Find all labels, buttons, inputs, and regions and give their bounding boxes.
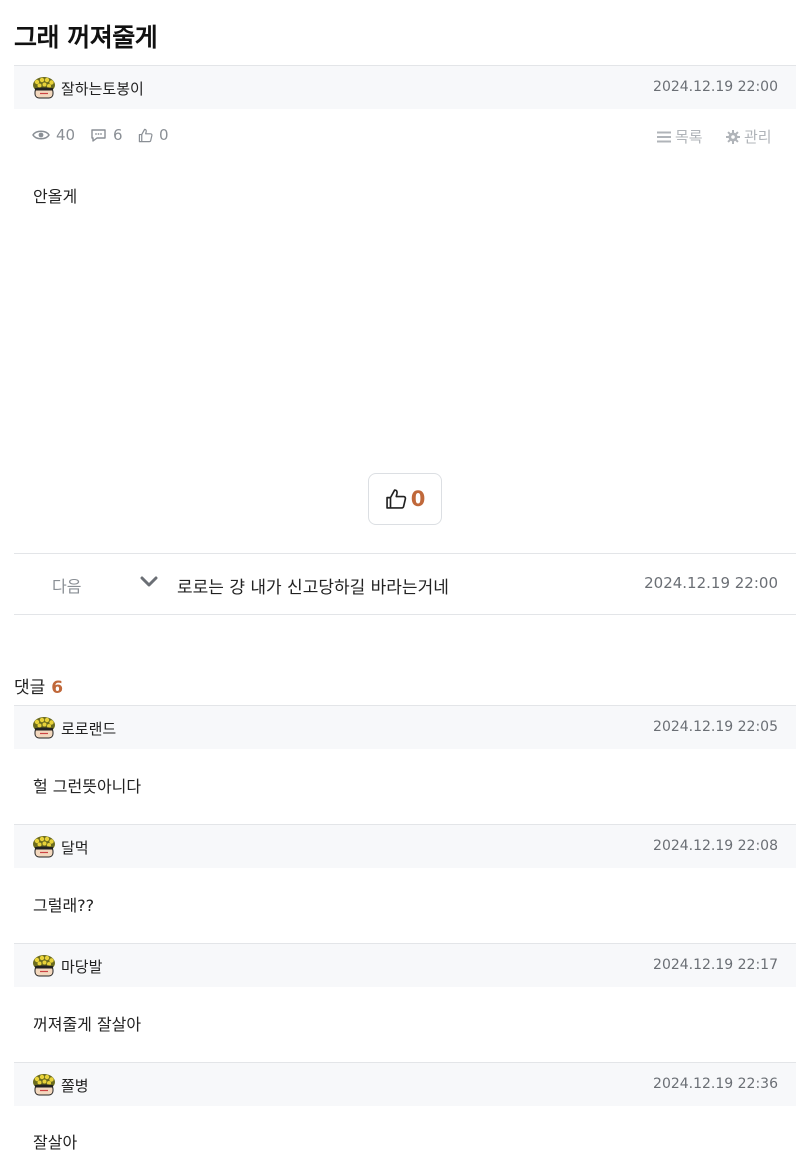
like-button-count: 0 bbox=[410, 487, 426, 511]
next-post-label: 다음 bbox=[52, 577, 82, 596]
gear-icon bbox=[726, 129, 740, 144]
comment-author[interactable]: 쫄병 bbox=[61, 1075, 89, 1096]
comment-text: 그럴래?? bbox=[33, 896, 95, 915]
post-stats: 40 6 0 목록 관리 bbox=[14, 122, 796, 152]
avatar-icon bbox=[32, 834, 56, 858]
comment-author-bar: 쫄병 2024.12.19 22:36 bbox=[14, 1062, 796, 1106]
post-body: 안올게 bbox=[33, 187, 78, 206]
comment-text: 꺼져줄게 잘살아 bbox=[33, 1015, 142, 1034]
manage-button[interactable]: 관리 bbox=[726, 126, 772, 147]
comment-date: 2024.12.19 22:08 bbox=[653, 838, 778, 854]
views-count: 40 bbox=[56, 126, 76, 144]
list-button[interactable]: 목록 bbox=[657, 126, 703, 147]
list-label: 목록 bbox=[675, 128, 703, 146]
comment-author[interactable]: 로로랜드 bbox=[61, 718, 116, 739]
eye-icon bbox=[32, 130, 50, 140]
comment-date: 2024.12.19 22:17 bbox=[653, 957, 778, 973]
comment-author-bar: 로로랜드 2024.12.19 22:05 bbox=[14, 705, 796, 749]
post-title: 그래 꺼져줄게 bbox=[14, 23, 158, 52]
comment-author-bar: 달먹 2024.12.19 22:08 bbox=[14, 824, 796, 868]
chevron-down-icon bbox=[140, 576, 158, 587]
like-button[interactable]: 0 bbox=[368, 473, 442, 525]
avatar-icon bbox=[32, 75, 56, 99]
avatar-icon bbox=[32, 953, 56, 977]
comment-author-bar: 마당발 2024.12.19 22:17 bbox=[14, 943, 796, 987]
list-icon bbox=[657, 131, 671, 142]
views-stat: 40 bbox=[32, 126, 75, 144]
post-author[interactable]: 잘하는토봉이 bbox=[61, 78, 144, 99]
comment-date: 2024.12.19 22:36 bbox=[653, 1076, 778, 1092]
avatar-icon bbox=[32, 1072, 56, 1096]
comment-icon bbox=[91, 128, 106, 142]
comment-text: 헐 그런뜻아니다 bbox=[33, 777, 142, 796]
post-page: 그래 꺼져줄게 잘하는토봉이 2024.12.19 22:00 40 6 0 목… bbox=[0, 0, 800, 1166]
likes-stat: 0 bbox=[138, 126, 169, 144]
avatar-icon bbox=[32, 715, 56, 739]
thumbs-up-icon bbox=[138, 128, 153, 142]
comment-author[interactable]: 달먹 bbox=[61, 837, 89, 858]
thumbs-up-icon bbox=[385, 489, 406, 509]
post-date: 2024.12.19 22:00 bbox=[653, 79, 778, 95]
post-author-bar: 잘하는토봉이 2024.12.19 22:00 bbox=[14, 65, 796, 109]
comments-header-count: 6 bbox=[51, 678, 64, 698]
comment-text: 잘살아 bbox=[33, 1133, 78, 1152]
next-post-date: 2024.12.19 22:00 bbox=[644, 574, 778, 592]
comment-author[interactable]: 마당발 bbox=[61, 956, 102, 977]
comment-date: 2024.12.19 22:05 bbox=[653, 719, 778, 735]
comments-header: 댓글 6 bbox=[14, 673, 63, 698]
manage-label: 관리 bbox=[744, 128, 772, 146]
next-post-title: 로로는 걍 내가 신고당하길 바라는거네 bbox=[177, 578, 449, 598]
comments-stat: 6 bbox=[90, 126, 123, 144]
next-post-link[interactable]: 다음 로로는 걍 내가 신고당하길 바라는거네 2024.12.19 22:00 bbox=[14, 553, 796, 615]
comments-header-label: 댓글 bbox=[14, 678, 46, 698]
comments-count: 6 bbox=[113, 126, 123, 144]
likes-count: 0 bbox=[159, 126, 169, 144]
